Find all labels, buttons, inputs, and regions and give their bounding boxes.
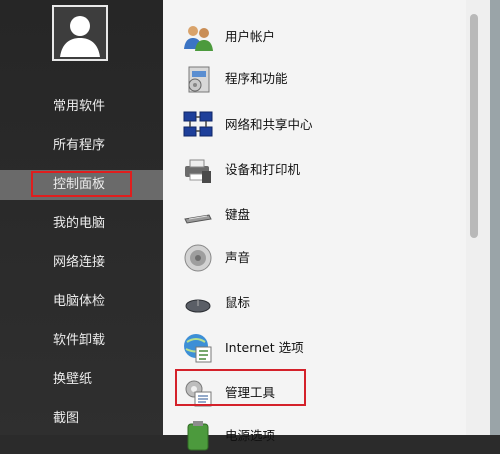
list-item-keyboard[interactable]: 键盘 xyxy=(177,197,457,233)
sidebar-item-uninstall-software[interactable]: 软件卸载 xyxy=(0,326,163,356)
mouse-icon xyxy=(185,299,211,313)
user-avatar[interactable] xyxy=(52,5,108,61)
power-icon xyxy=(187,421,209,451)
keyboard-icon xyxy=(184,214,212,224)
sidebar-item-my-computer[interactable]: 我的电脑 xyxy=(0,209,163,239)
list-item-mouse[interactable]: 鼠标 xyxy=(177,285,457,321)
list-item-devices-printers[interactable]: 设备和打印机 xyxy=(177,152,457,188)
admin-tools-icon xyxy=(185,380,212,407)
list-item-network-sharing[interactable]: 网络和共享中心 xyxy=(177,107,457,143)
list-item-programs-features[interactable]: 程序和功能 xyxy=(177,61,457,97)
scrollbar-thumb[interactable] xyxy=(470,14,478,238)
user-silhouette-icon xyxy=(60,16,100,57)
list-item-user-accounts[interactable]: 用户帐户 xyxy=(177,19,457,55)
list-item-admin-tools[interactable]: 管理工具 xyxy=(175,369,457,411)
sidebar-item-change-wallpaper[interactable]: 换壁纸 xyxy=(0,365,163,395)
list-item-internet-options[interactable]: Internet 选项 xyxy=(177,330,457,366)
control-panel-list: 用户帐户 程序和功能 网络和共享中心 设备和打印机 键盘 声音 鼠标 Inter… xyxy=(163,0,500,451)
list-item-power-options[interactable]: 电源选项 xyxy=(177,418,457,454)
sidebar-item-pc-checkup[interactable]: 电脑体检 xyxy=(0,287,163,317)
sidebar-item-screenshot[interactable]: 截图 xyxy=(0,404,163,434)
start-menu-sidebar: 常用软件 所有程序 控制面板 我的电脑 网络连接 电脑体检 软件卸载 换壁纸 截… xyxy=(0,0,163,435)
sidebar-item-network-connection[interactable]: 网络连接 xyxy=(0,248,163,278)
window-edge xyxy=(490,0,500,435)
users-icon xyxy=(184,26,213,51)
speaker-icon xyxy=(184,244,212,272)
list-item-sound[interactable]: 声音 xyxy=(177,240,457,276)
sidebar-item-all-programs[interactable]: 所有程序 xyxy=(0,131,163,161)
programs-icon xyxy=(188,66,210,93)
internet-options-icon xyxy=(184,334,212,363)
sidebar-item-control-panel[interactable]: 控制面板 xyxy=(0,170,163,200)
sidebar-item-common-software[interactable]: 常用软件 xyxy=(0,92,163,122)
network-icon xyxy=(183,111,213,137)
printer-icon xyxy=(185,159,211,183)
